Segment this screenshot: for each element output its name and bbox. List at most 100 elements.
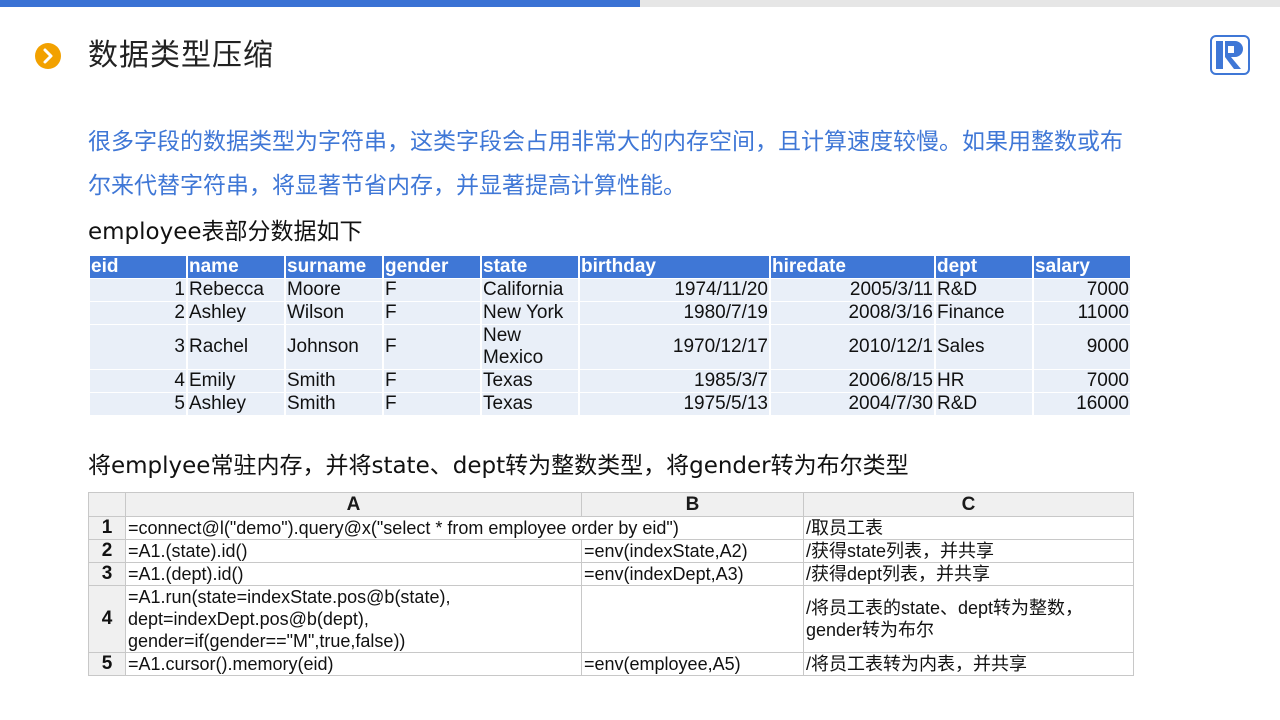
comment-line: /将员工表的state、dept转为整数， [806,598,1084,618]
cell-salary: 16000 [1034,393,1130,415]
row-number: 4 [88,585,126,653]
employee-heading: employee表部分数据如下 [88,219,363,245]
column-header-eid: eid [90,256,186,278]
column-header-dept: dept [936,256,1032,278]
cell-eid: 3 [90,325,186,369]
code-line: =A1.(dept).id() [128,564,244,584]
cell-a: =connect@l("demo").query@x("select * fro… [125,516,804,540]
cell-eid: 5 [90,393,186,415]
cell-gender: F [384,279,480,301]
cell-hiredate: 2008/3/16 [771,302,934,324]
column-header-salary: salary [1034,256,1130,278]
column-header-a: A [125,492,582,517]
cell-eid: 2 [90,302,186,324]
column-header-b: B [581,492,804,517]
grid-heading: 将emplyee常驻内存，并将state、dept转为整数类型，将gender转… [88,453,909,479]
cell-c: /将员工表的state、dept转为整数， gender转为布尔 [803,585,1134,653]
cell-salary: 9000 [1034,325,1130,369]
cell-birthday: 1974/11/20 [580,279,769,301]
cell-birthday: 1980/7/19 [580,302,769,324]
table-row: 5 Ashley Smith F Texas 1975/5/13 2004/7/30 R&D 1… [90,393,1130,415]
cell-surname: Moore [286,279,382,301]
cell-name: Ashley [188,302,284,324]
cell-state: Texas [482,393,578,415]
cell-state: California [482,279,578,301]
comment-line: /获得state列表，并共享 [806,541,995,561]
column-header-hiredate: hiredate [771,256,934,278]
cell-birthday: 1975/5/13 [580,393,769,415]
cell-birthday: 1985/3/7 [580,370,769,392]
cell-dept: Finance [936,302,1032,324]
cell-salary: 7000 [1034,279,1130,301]
cell-dept: R&D [936,393,1032,415]
row-number: 1 [88,516,126,540]
cell-state: New York [482,302,578,324]
code-line: =A1.cursor().memory(eid) [128,654,334,674]
row-number: 3 [88,562,126,586]
grid-row: 2 =A1.(state).id() =env(indexState,A2)/获得s… [88,539,1134,563]
table-row: 2 Ashley Wilson F New York 1980/7/19 2008/3/16… [90,302,1130,324]
cell-dept: HR [936,370,1032,392]
progress-fill [0,0,640,7]
grid-row: 4 =A1.run(state=indexState.pos@b(state), d… [88,585,1134,653]
column-header-gender: gender [384,256,480,278]
progress-bar [0,0,1280,7]
column-header-birthday: birthday [580,256,769,278]
cell-b: =env(indexState,A2) [581,539,804,563]
raqsoft-logo-icon [1210,35,1250,75]
code-line: gender=if(gender=="M",true,false)) [128,631,406,651]
intro-line-2: 尔来代替字符串，将显著节省内存，并显著提高计算性能。 [88,173,686,199]
table-row: 4 Emily Smith F Texas 1985/3/7 2006/8/15 HR 7000 [90,370,1130,392]
employee-table: eid name surname gender state birthday hiredat… [88,255,1132,416]
cell-b: =env(employee,A5) [581,652,804,676]
grid-corner [88,492,126,517]
code-line: =A1.(state).id() [128,541,248,561]
cell-hiredate: 2010/12/1 [771,325,934,369]
cell-line: New [483,325,522,346]
cell-b [581,585,804,653]
cell-surname: Smith [286,370,382,392]
grid-row: 5 =A1.cursor().memory(eid) =env(employee,A… [88,652,1134,676]
cell-salary: 7000 [1034,370,1130,392]
grid-row: 3 =A1.(dept).id() =env(indexDept,A3)/获得dep… [88,562,1134,586]
cell-hiredate: 2004/7/30 [771,393,934,415]
page-title: 数据类型压缩 [88,38,274,73]
cell-eid: 1 [90,279,186,301]
cell-name: Ashley [188,393,284,415]
cell-a: =A1.cursor().memory(eid) [125,652,582,676]
row-number: 5 [88,652,126,676]
cell-eid: 4 [90,370,186,392]
cell-gender: F [384,370,480,392]
column-header-surname: surname [286,256,382,278]
column-header-state: state [482,256,578,278]
comment-line: /获得dept列表，并共享 [806,564,991,584]
cell-name: Rachel [188,325,284,369]
cell-b: =env(indexDept,A3) [581,562,804,586]
cell-line: Mexico [483,347,544,368]
cell-hiredate: 2006/8/15 [771,370,934,392]
cell-dept: Sales [936,325,1032,369]
chevron-right-icon [35,43,61,69]
cell-surname: Wilson [286,302,382,324]
cell-name: Emily [188,370,284,392]
code-line: dept=indexDept.pos@b(dept), [128,609,369,629]
column-header-c: C [803,492,1134,517]
cell-surname: Johnson [286,325,382,369]
cell-birthday: 1970/12/17 [580,325,769,369]
code-line: =connect@l("demo").query@x("select * fro… [128,518,679,538]
comment-line: gender转为布尔 [806,620,935,640]
table-row: 3 Rachel Johnson F New Mexico 1970/12/17 2010/1… [90,325,1130,369]
code-line: =A1.run(state=indexState.pos@b(state), [128,587,451,607]
cell-hiredate: 2005/3/11 [771,279,934,301]
cell-name: Rebecca [188,279,284,301]
row-number: 2 [88,539,126,563]
cell-dept: R&D [936,279,1032,301]
cell-salary: 11000 [1034,302,1130,324]
cell-state: New Mexico [482,325,578,369]
cell-gender: F [384,302,480,324]
cell-gender: F [384,393,480,415]
cell-c: /获得state列表，并共享 [803,539,1134,563]
cell-c: /将员工表转为内表，并共享 [803,652,1134,676]
cell-gender: F [384,325,480,369]
cell-a: =A1.run(state=indexState.pos@b(state), de… [125,585,582,653]
